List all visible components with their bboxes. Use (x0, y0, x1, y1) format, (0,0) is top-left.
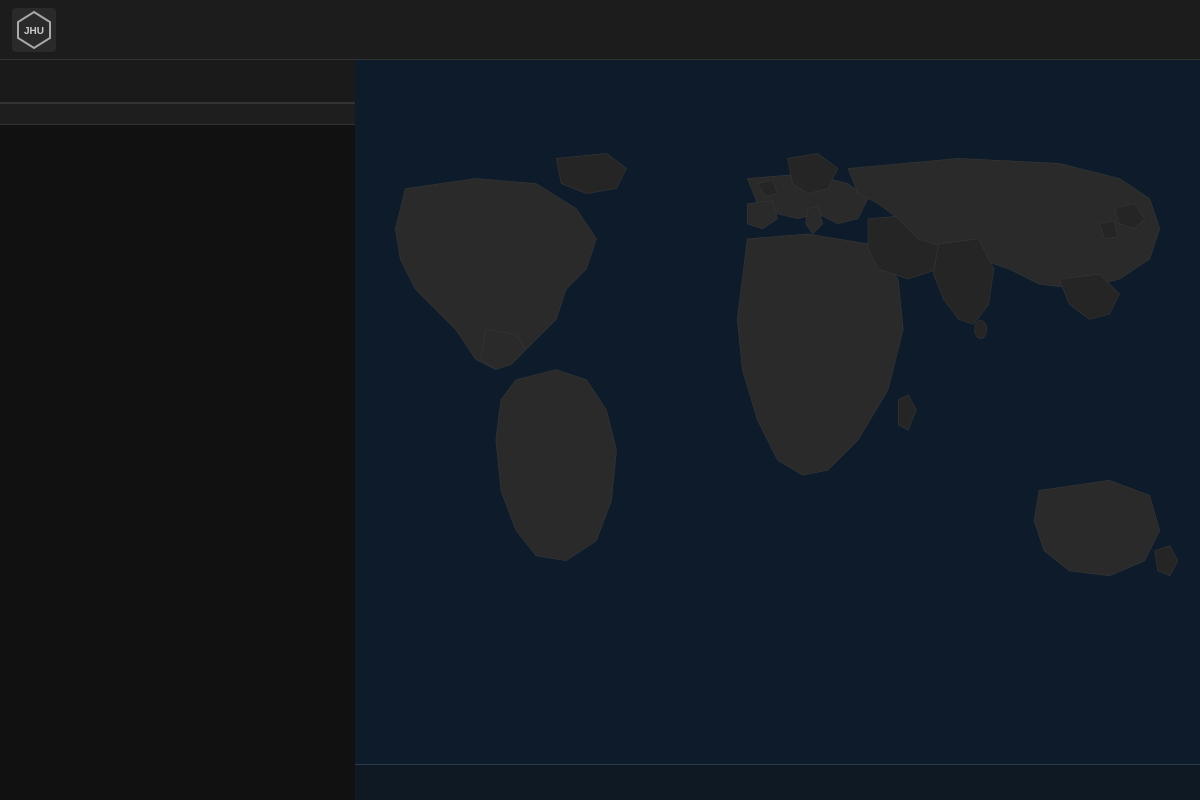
footer-bar (355, 764, 1200, 800)
sidebar (0, 60, 355, 800)
app-header: JHU (0, 0, 1200, 60)
cases-by-country-header (0, 104, 355, 125)
jhu-logo-icon: JHU (12, 8, 56, 52)
svg-text:JHU: JHU (24, 26, 44, 37)
country-list[interactable] (0, 125, 355, 800)
world-map (355, 60, 1200, 800)
main-content (0, 60, 1200, 800)
map-area (355, 60, 1200, 800)
total-confirmed-box (0, 60, 355, 104)
